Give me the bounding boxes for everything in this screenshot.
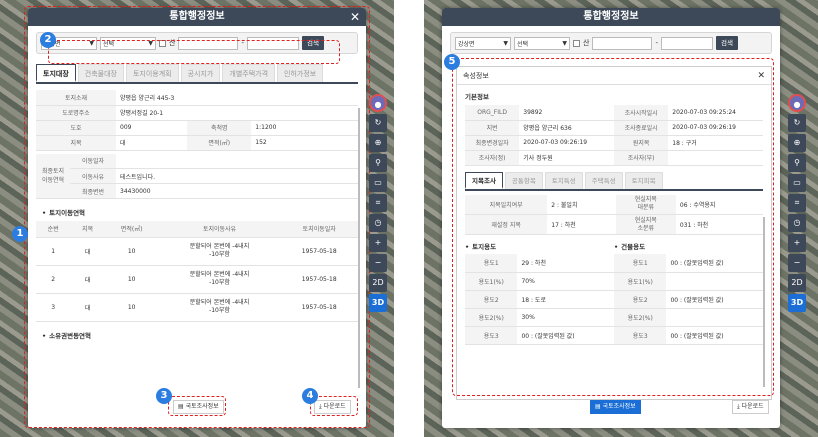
district-value: 강상면 [458,40,475,48]
sub-number-input[interactable] [660,36,713,50]
globe-icon[interactable]: ⊕ [369,134,387,152]
zoom-out-icon[interactable]: − [369,254,387,272]
document-icon: ▤ [595,403,603,410]
mode-2d-button[interactable]: 2D [788,274,806,292]
location-icon[interactable]: ⚲ [788,154,806,172]
area-icon[interactable]: ⌗ [369,194,387,212]
survey-info-label: 국토조사정보 [602,403,636,410]
layer-icon[interactable]: ● [788,94,806,112]
chevron-down-icon: ▼ [503,39,508,47]
location-icon[interactable]: ⚲ [369,154,387,172]
ruler-icon[interactable]: ▭ [788,174,806,192]
refresh-icon[interactable]: ↻ [369,114,387,132]
callout-badge-2: 2 [40,32,56,48]
zoom-in-icon[interactable]: + [369,234,387,252]
highlight-survey [168,396,226,416]
clock-icon[interactable]: ◷ [369,214,387,232]
chevron-down-icon: ▼ [562,39,567,47]
main-number-input[interactable] [592,36,653,50]
window-titlebar: 통합행정정보 [442,8,780,26]
right-screenshot: 통합행정정보 강상면 ▼ 선택 ▼ 산 - 검색 속성정보 ✕ 기본정보 ORG_F… [424,0,818,437]
mode-3d-button[interactable]: 3D [369,294,387,312]
download-label: 다운로드 [741,403,764,410]
window-title: 통합행정정보 [583,11,639,22]
layer-icon[interactable]: ● [369,94,387,112]
mode-3d-button[interactable]: 3D [788,294,806,312]
callout-badge-4: 4 [302,388,318,404]
highlight-window [24,6,370,428]
download-button[interactable]: ⤓ 다운로드 [732,400,769,414]
highlight-search [48,40,340,64]
mountain-label: 산 [583,39,590,47]
refresh-icon[interactable]: ↻ [788,114,806,132]
clock-icon[interactable]: ◷ [788,214,806,232]
callout-badge-5: 5 [444,54,460,70]
mode-2d-button[interactable]: 2D [369,274,387,292]
highlight-attribute-panel [452,58,774,396]
map-toolbar: ● ↻ ⊕ ⚲ ▭ ⌗ ◷ + − 2D 3D [369,94,387,312]
map-toolbar: ● ↻ ⊕ ⚲ ▭ ⌗ ◷ + − 2D 3D [788,94,806,312]
separator: - [655,39,658,47]
area-icon[interactable]: ⌗ [788,194,806,212]
globe-icon[interactable]: ⊕ [788,134,806,152]
ruler-icon[interactable]: ▭ [369,174,387,192]
village-value: 선택 [517,40,529,48]
zoom-in-icon[interactable]: + [788,234,806,252]
search-button[interactable]: 검색 [715,36,738,50]
village-select[interactable]: 선택 ▼ [514,36,570,50]
search-bar: 강상면 ▼ 선택 ▼ 산 - 검색 [450,32,772,54]
district-select[interactable]: 강상면 ▼ [455,36,511,50]
callout-badge-3: 3 [156,388,172,404]
callout-badge-1: 1 [12,226,28,242]
zoom-out-icon[interactable]: − [788,254,806,272]
survey-info-button[interactable]: ▤ 국토조사정보 [590,400,641,414]
mountain-checkbox[interactable] [573,39,580,47]
left-screenshot: 통합행정정보 ✕ 강상면▼ 선택▼ 산 - 검색 토지대장 건축물대장 토지이용… [0,0,394,437]
